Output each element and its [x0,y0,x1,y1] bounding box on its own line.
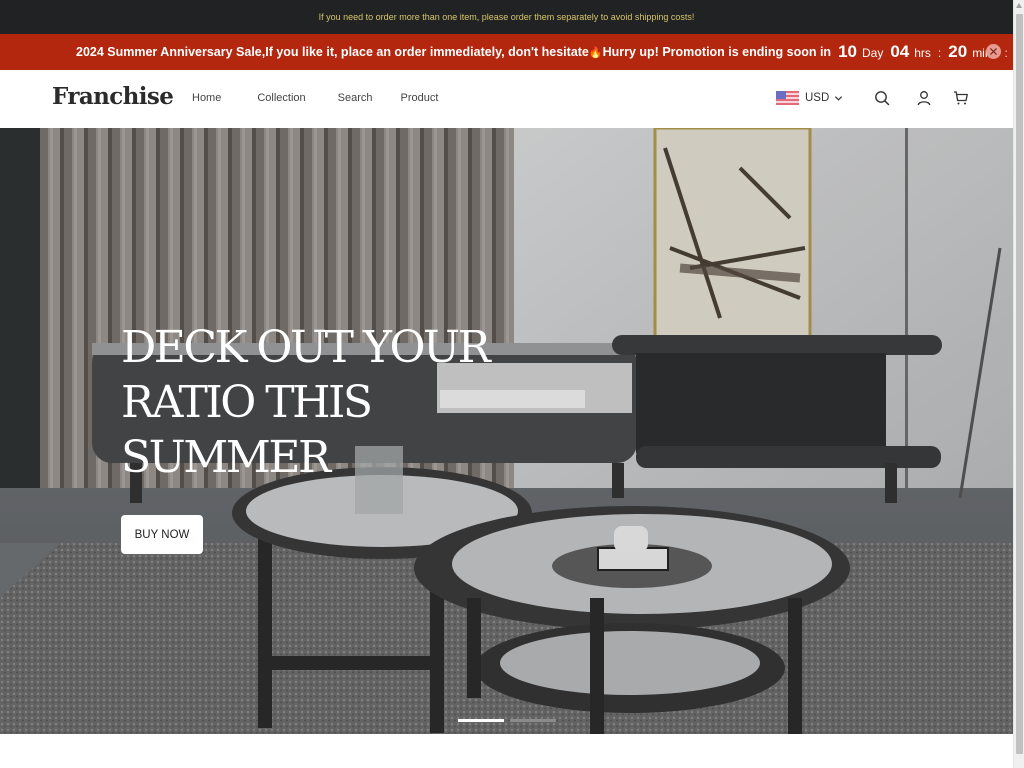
currency-code: USD [805,92,830,104]
countdown-hours: 04 [890,42,910,61]
main-nav: Home Collection Search Product [192,92,474,104]
scroll-up-arrow-icon[interactable] [1016,3,1022,8]
fire-icon: 🔥 [588,47,603,59]
chevron-down-icon [835,95,843,101]
account-button[interactable] [915,89,933,107]
currency-selector[interactable]: USD [776,91,843,105]
announcement-text: If you need to order more than one item,… [318,12,695,22]
cart-button[interactable] [952,89,970,107]
site-logo[interactable]: Franchise [52,83,174,110]
slider-pagination [458,719,562,722]
countdown-separator: : [1004,46,1008,60]
countdown-separator: : [937,46,942,60]
site-header: Franchise Home Collection Search Product… [0,70,1013,128]
nav-collection[interactable]: Collection [257,92,305,104]
page: If you need to order more than one item,… [0,0,1013,768]
search-icon [875,91,890,106]
countdown-days: 10 [838,42,857,61]
promo-close-button[interactable] [986,44,1001,59]
countdown-minutes: 20 [948,42,968,61]
countdown-hours-label: hrs [914,46,931,60]
search-button[interactable] [873,89,891,107]
promo-urgency: Hurry up! Promotion is ending soon in [602,45,832,59]
buy-now-button[interactable]: BUY NOW [121,515,203,554]
promo-text: 2024 Summer Anniversary Sale,If you like… [76,45,831,59]
promo-countdown-bar: 2024 Summer Anniversary Sale,If you like… [0,34,1013,70]
hero-title: DECK OUT YOUR RATIO THIS SUMMER [121,322,491,483]
nav-product[interactable]: Product [401,92,439,104]
slide-dot-1[interactable] [458,719,504,722]
header-actions: USD [776,89,970,107]
promo-message: 2024 Summer Anniversary Sale,If you like… [76,45,589,59]
announcement-bar: If you need to order more than one item,… [0,0,1013,34]
countdown-days-label: Day [861,46,884,60]
close-icon [990,48,997,55]
nav-home[interactable]: Home [192,92,221,104]
scrollbar-thumb[interactable] [1016,14,1023,754]
slide-dot-2[interactable] [510,719,556,722]
user-icon [917,91,931,106]
us-flag-icon [776,91,799,105]
page-scrollbar[interactable] [1013,0,1024,768]
cart-icon [954,91,969,105]
nav-search[interactable]: Search [338,92,373,104]
hero-slider: DECK OUT YOUR RATIO THIS SUMMER BUY NOW [0,128,1013,734]
